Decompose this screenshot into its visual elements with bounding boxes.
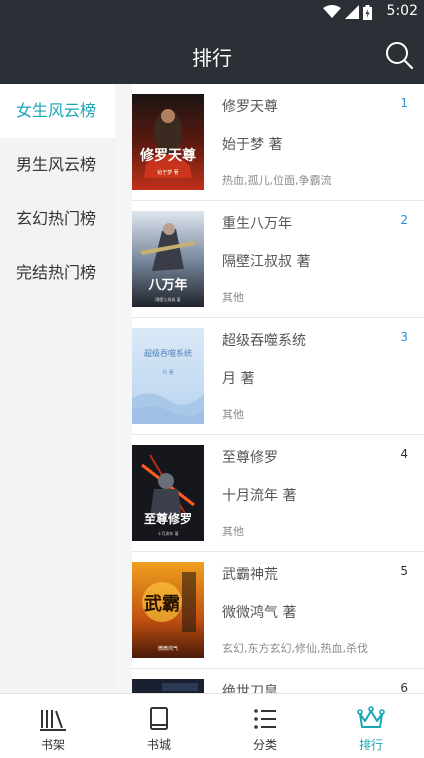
book-tags: 热血,孤儿,位面,争霸流: [222, 174, 332, 187]
cover-title: 八万年: [147, 277, 187, 293]
book-cover[interactable]: 修罗天尊 始于梦 著: [132, 94, 204, 190]
battery-icon: [363, 4, 372, 20]
tab-label: 书城: [146, 738, 171, 752]
book-list: 修罗天尊 始于梦 著 修罗天尊 始于梦 著 热血,孤儿,位面,争霸流 1 八万年…: [132, 84, 424, 693]
page-title: 排行: [192, 46, 232, 70]
cover-title: 修罗天尊: [139, 147, 196, 164]
tab-ranking[interactable]: 排行: [318, 694, 424, 758]
list-icon: [254, 709, 276, 729]
book-tags: 玄幻,东方玄幻,修仙,热血,杀伐: [222, 642, 368, 655]
book-author: 微微鸿气 著: [222, 605, 297, 621]
status-time: 5:02: [386, 3, 418, 19]
book-title[interactable]: 至尊修罗: [222, 447, 278, 467]
book-item[interactable]: 超级吞噬系统 月 著 超级吞噬系统 月 著 其他 3: [132, 318, 424, 435]
book-title[interactable]: 重生八万年: [222, 213, 292, 233]
book-title[interactable]: 武霸神荒: [222, 564, 278, 584]
book-cover[interactable]: 至尊修罗 十月流年 著: [132, 445, 204, 541]
sidebar-item-female-chart[interactable]: 女生风云榜: [0, 84, 115, 138]
cover-author: 十月流年 著: [157, 530, 178, 536]
cover-author: 微微鸿气: [158, 645, 178, 652]
cover-author: 隔壁江叔叔 著: [155, 296, 180, 302]
rank-number: 1: [400, 96, 408, 110]
tab-bookstore[interactable]: 书城: [106, 694, 212, 758]
book-tags: 其他: [222, 291, 244, 304]
search-icon[interactable]: [384, 40, 414, 70]
status-icons: [323, 4, 372, 20]
tab-bookshelf[interactable]: 书架: [0, 694, 106, 758]
book-author: 始于梦 著: [222, 137, 283, 153]
book-cover[interactable]: [132, 679, 204, 693]
book-title[interactable]: 修罗天尊: [222, 96, 278, 116]
book-author: 十月流年 著: [222, 488, 297, 504]
tab-label: 书架: [40, 738, 65, 752]
rank-number: 4: [400, 447, 408, 461]
rank-number: 6: [400, 681, 408, 693]
book-cover[interactable]: 武霸 微微鸿气: [132, 562, 204, 658]
book-cover[interactable]: 超级吞噬系统 月 著: [132, 328, 204, 424]
wifi-icon: [323, 5, 341, 18]
book-title[interactable]: 绝世刀皇: [222, 681, 278, 693]
sidebar-item-completed-chart[interactable]: 完结热门榜: [0, 246, 115, 300]
rank-number: 5: [400, 564, 408, 578]
signal-icon: [345, 5, 359, 19]
cover-author: 始于梦 著: [157, 169, 179, 176]
rank-number: 2: [400, 213, 408, 227]
book-item[interactable]: 修罗天尊 始于梦 著 修罗天尊 始于梦 著 热血,孤儿,位面,争霸流 1: [132, 84, 424, 201]
cover-title: 至尊修罗: [144, 511, 192, 526]
book-item[interactable]: 至尊修罗 十月流年 著 至尊修罗 十月流年 著 其他 4: [132, 435, 424, 552]
tab-label: 排行: [358, 738, 383, 752]
rank-number: 3: [400, 330, 408, 344]
book-item[interactable]: 绝世刀皇 6: [132, 669, 424, 693]
cover-title: 武霸: [144, 594, 180, 615]
sidebar-item-fantasy-chart[interactable]: 玄幻热门榜: [0, 192, 115, 246]
book-author: 隔壁江叔叔 著: [222, 254, 311, 270]
bookshelf-icon: [40, 710, 66, 731]
book-item[interactable]: 八万年 隔壁江叔叔 著 重生八万年 隔壁江叔叔 著 其他 2: [132, 201, 424, 318]
book-cover[interactable]: 八万年 隔壁江叔叔 著: [132, 211, 204, 307]
ranking-sidebar: 女生风云榜 男生风云榜 玄幻热门榜 完结热门榜: [0, 84, 115, 693]
book-title[interactable]: 超级吞噬系统: [222, 330, 306, 350]
tab-label: 分类: [252, 738, 277, 752]
sidebar-item-male-chart[interactable]: 男生风云榜: [0, 138, 115, 192]
book-icon: [150, 707, 168, 730]
tab-category[interactable]: 分类: [212, 694, 318, 758]
book-item[interactable]: 武霸 微微鸿气 武霸神荒 微微鸿气 著 玄幻,东方玄幻,修仙,热血,杀伐 5: [132, 552, 424, 669]
book-author: 月 著: [222, 371, 255, 387]
book-tags: 其他: [222, 408, 244, 421]
crown-icon: [357, 706, 385, 728]
bottom-tab-bar: 书架 书城 分类 排行: [0, 693, 424, 758]
cover-author: 月 著: [162, 369, 174, 376]
cover-title: 超级吞噬系统: [144, 348, 192, 358]
app-header: 排行: [0, 24, 424, 84]
book-tags: 其他: [222, 525, 244, 538]
status-bar: 5:02: [0, 0, 424, 24]
